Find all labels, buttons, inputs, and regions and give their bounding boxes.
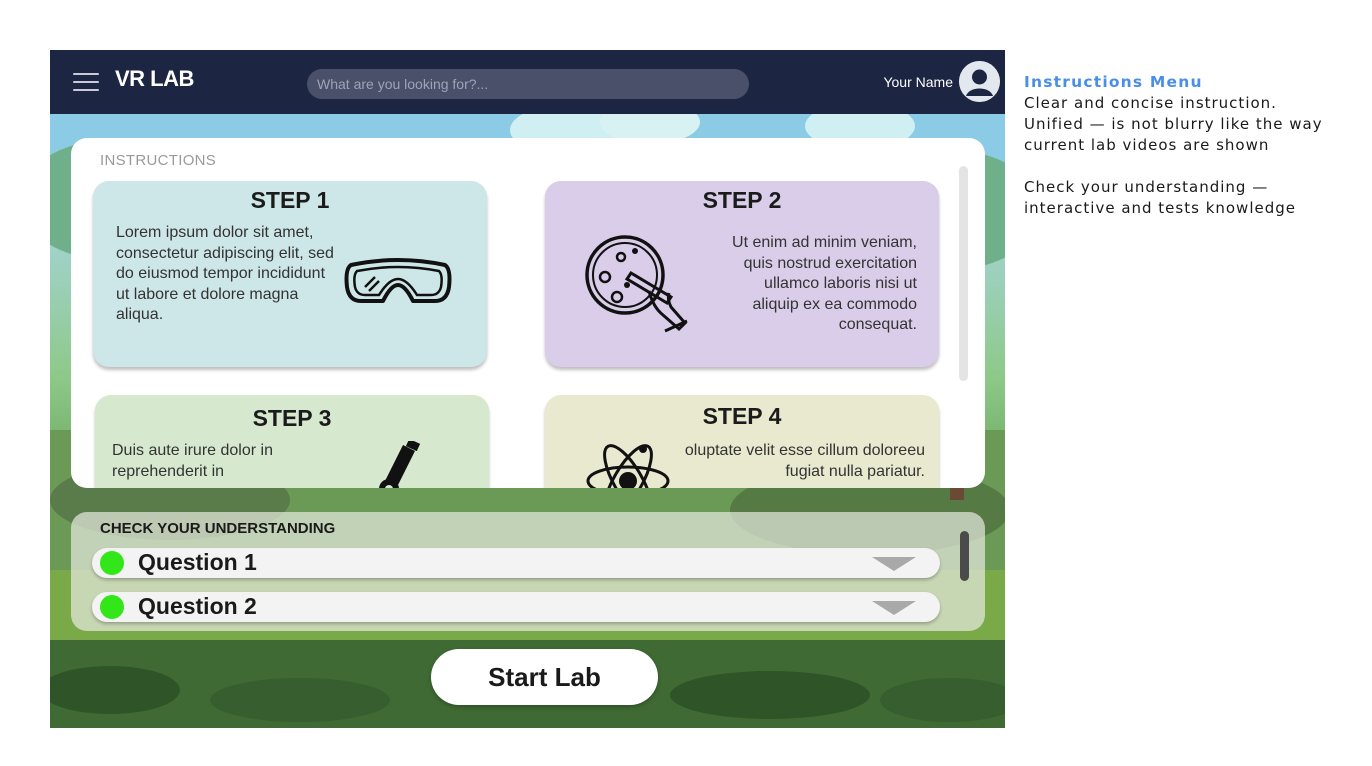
check-understanding-panel: CHECK YOUR UNDERSTANDING Question 1 Ques…: [71, 512, 985, 631]
step-3-text: Duis aute irure dolor in reprehenderit i…: [112, 442, 273, 480]
notes-paragraph-1: Clear and concise instruction. Unified —…: [1024, 94, 1323, 154]
step-4-title: STEP 4: [702, 403, 782, 429]
safety-goggles-icon: [344, 258, 452, 303]
question-2-label: Question 2: [138, 593, 257, 619]
check-understanding-heading: CHECK YOUR UNDERSTANDING: [100, 520, 336, 537]
step-2-card[interactable]: STEP 2 Ut enim ad minim veniam, quis nos…: [545, 181, 939, 367]
user-name[interactable]: Your Name: [883, 74, 953, 90]
atom-icon: [586, 444, 670, 488]
app-brand: VR LAB: [115, 66, 194, 91]
check-understanding-scrollbar[interactable]: [960, 531, 969, 581]
petri-dish-icon: [585, 235, 688, 333]
step-1-title: STEP 1: [250, 187, 330, 213]
notes-paragraph-2: Check your understanding — interactive a…: [1024, 178, 1296, 217]
step-4-text: oluptate velit esse cillum doloreeu fugi…: [684, 442, 925, 480]
top-navigation-bar: VR LAB Your Name: [50, 50, 1005, 114]
design-notes: Instructions Menu Clear and concise inst…: [1024, 72, 1334, 219]
instructions-panel: INSTRUCTIONS STEP 1 Lorem ipsum dolor si…: [71, 138, 985, 488]
instructions-scrollbar[interactable]: [959, 166, 968, 381]
user-avatar-icon[interactable]: [959, 61, 1000, 102]
search-input[interactable]: [307, 69, 749, 99]
step-4-card[interactable]: STEP 4 oluptate velit esse cillum dolore…: [545, 395, 939, 488]
question-2-row[interactable]: Question 2: [92, 592, 940, 622]
step-3-card[interactable]: STEP 3 Duis aute irure dolor in reprehen…: [95, 395, 489, 488]
step-1-card[interactable]: STEP 1 Lorem ipsum dolor sit amet, conse…: [93, 181, 487, 367]
step-3-title: STEP 3: [252, 405, 332, 431]
start-lab-button[interactable]: Start Lab: [431, 649, 658, 705]
step-2-text: Ut enim ad minim veniam, quis nostrud ex…: [732, 234, 917, 333]
question-2-status-dot: [100, 595, 124, 619]
instructions-heading: INSTRUCTIONS: [100, 152, 217, 169]
microscope-icon: [379, 441, 421, 488]
question-1-status-dot: [100, 551, 124, 575]
chevron-down-icon[interactable]: [872, 601, 916, 615]
step-1-text: Lorem ipsum dolor sit amet, consectetur …: [116, 224, 334, 323]
hamburger-menu-icon[interactable]: [73, 72, 99, 92]
step-2-title: STEP 2: [702, 187, 782, 213]
vr-lab-app: VR LAB Your Name INSTRUCTIONS STEP 1 Lor…: [50, 50, 1005, 728]
chevron-down-icon[interactable]: [872, 557, 916, 571]
notes-title: Instructions Menu: [1024, 73, 1203, 91]
question-1-row[interactable]: Question 1: [92, 548, 940, 578]
question-1-label: Question 1: [138, 549, 257, 575]
